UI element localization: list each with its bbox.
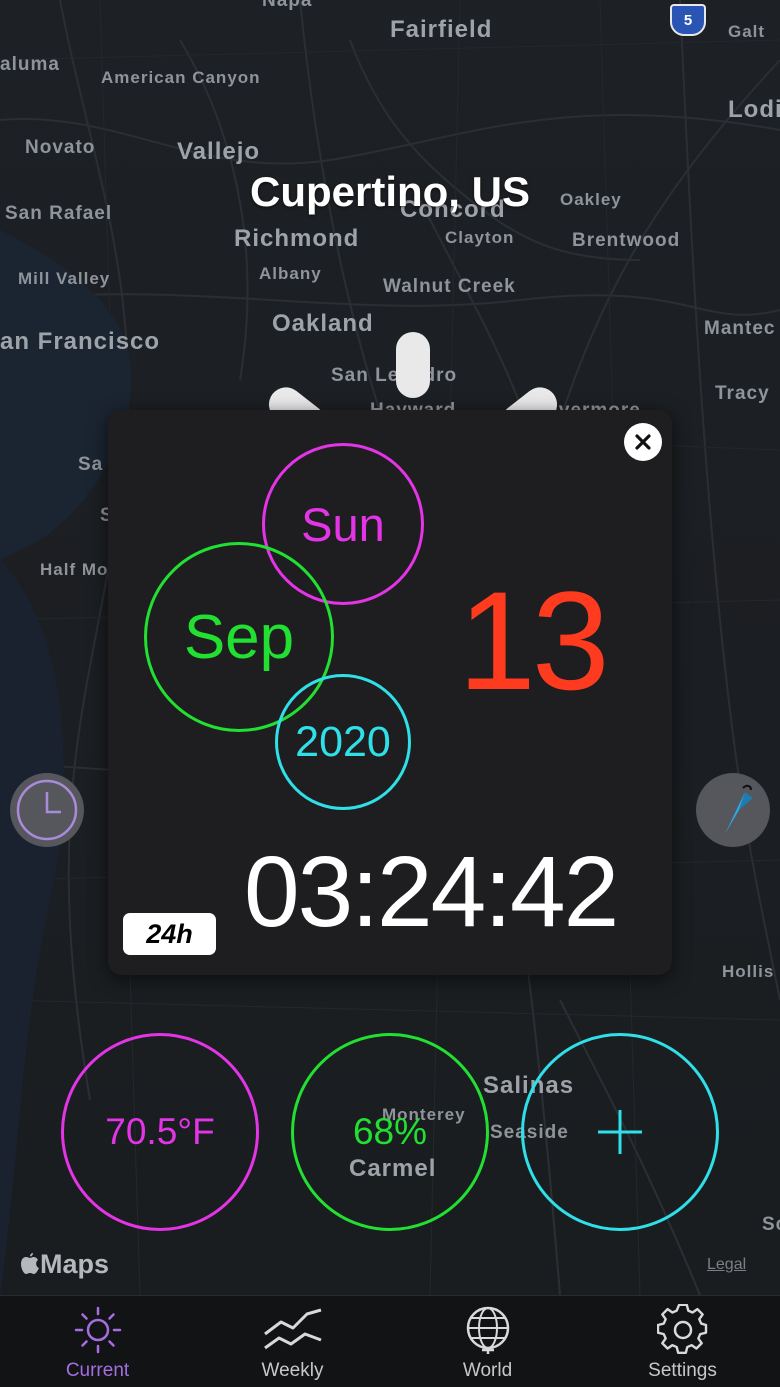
chart-icon [263,1308,322,1350]
globe-icon [466,1306,509,1354]
map-label: Vallejo [177,138,261,165]
map-label: Lodi [728,96,780,123]
tab-label: Settings [648,1360,717,1381]
plus-icon [598,1110,642,1154]
time-format-toggle[interactable]: 24h [123,913,216,955]
map-label: Mantec [704,318,776,339]
tab-current[interactable]: Current [0,1296,195,1387]
tab-bar: Current Weekly World Settings [0,1295,780,1387]
location-title: Cupertino, US [250,168,530,215]
sun-ray [396,332,430,398]
clock-button[interactable] [10,773,84,847]
tab-weekly[interactable]: Weekly [195,1296,390,1387]
map-label: Walnut Creek [383,276,516,297]
map-label: Richmond [234,225,360,252]
map-label: Tracy [715,383,770,404]
temperature-value: 70.5°F [105,1111,215,1152]
map-label: American Canyon [101,68,261,87]
apple-icon [21,1253,39,1274]
map-label: Mill Valley [18,269,111,288]
clock-time: 03:24:42 [244,836,619,948]
day-number: 13 [458,562,610,719]
close-button[interactable] [624,423,662,461]
datetime-popup: Sun Sep 2020 13 03:24:42 24h [108,410,672,975]
year-text: 2020 [295,717,391,766]
map-label: Albany [259,264,322,283]
humidity-value: 68% [352,1111,428,1152]
map-label: Galt [728,22,766,41]
temperature-ring[interactable]: 70.5°F [61,1033,259,1231]
highway-shield-icon: 5 [670,4,706,36]
compass-icon [725,784,753,834]
map-label: Oakland [272,310,374,337]
month-text: Sep [183,602,295,672]
map-label: Hollis [722,962,775,981]
year-ring: 2020 [275,674,411,810]
map-label: Sc [762,1214,780,1235]
maps-logo-text: Maps [40,1249,110,1279]
compass-button[interactable] [696,773,770,847]
map-label: Brentwood [572,230,681,251]
tab-world[interactable]: World [390,1296,585,1387]
tab-label: World [462,1360,513,1381]
humidity-ring[interactable]: 68% [291,1033,489,1231]
close-icon [635,434,651,450]
tab-label: Weekly [261,1360,324,1381]
map-label: San Leandro [331,365,458,386]
highway-number: 5 [683,11,693,29]
map-label: Clayton [445,228,515,247]
map-label: an Francisco [0,328,161,355]
add-ring-button[interactable] [521,1033,719,1231]
gear-icon [656,1304,707,1355]
clock-icon [16,779,78,841]
maps-attribution: Maps [20,1249,109,1280]
map-label: Fairfield [390,16,493,43]
tab-label: Current [65,1360,130,1381]
map-label: Novato [25,137,96,158]
map-label: Napa [262,0,313,11]
legal-link[interactable]: Legal [707,1256,746,1274]
tab-settings[interactable]: Settings [585,1296,780,1387]
map-label: aluma [0,54,60,75]
weekday-text: Sun [301,497,385,551]
map-label: Half Mo [40,560,109,579]
sun-icon [74,1306,121,1354]
map-label: Sa [78,454,104,475]
